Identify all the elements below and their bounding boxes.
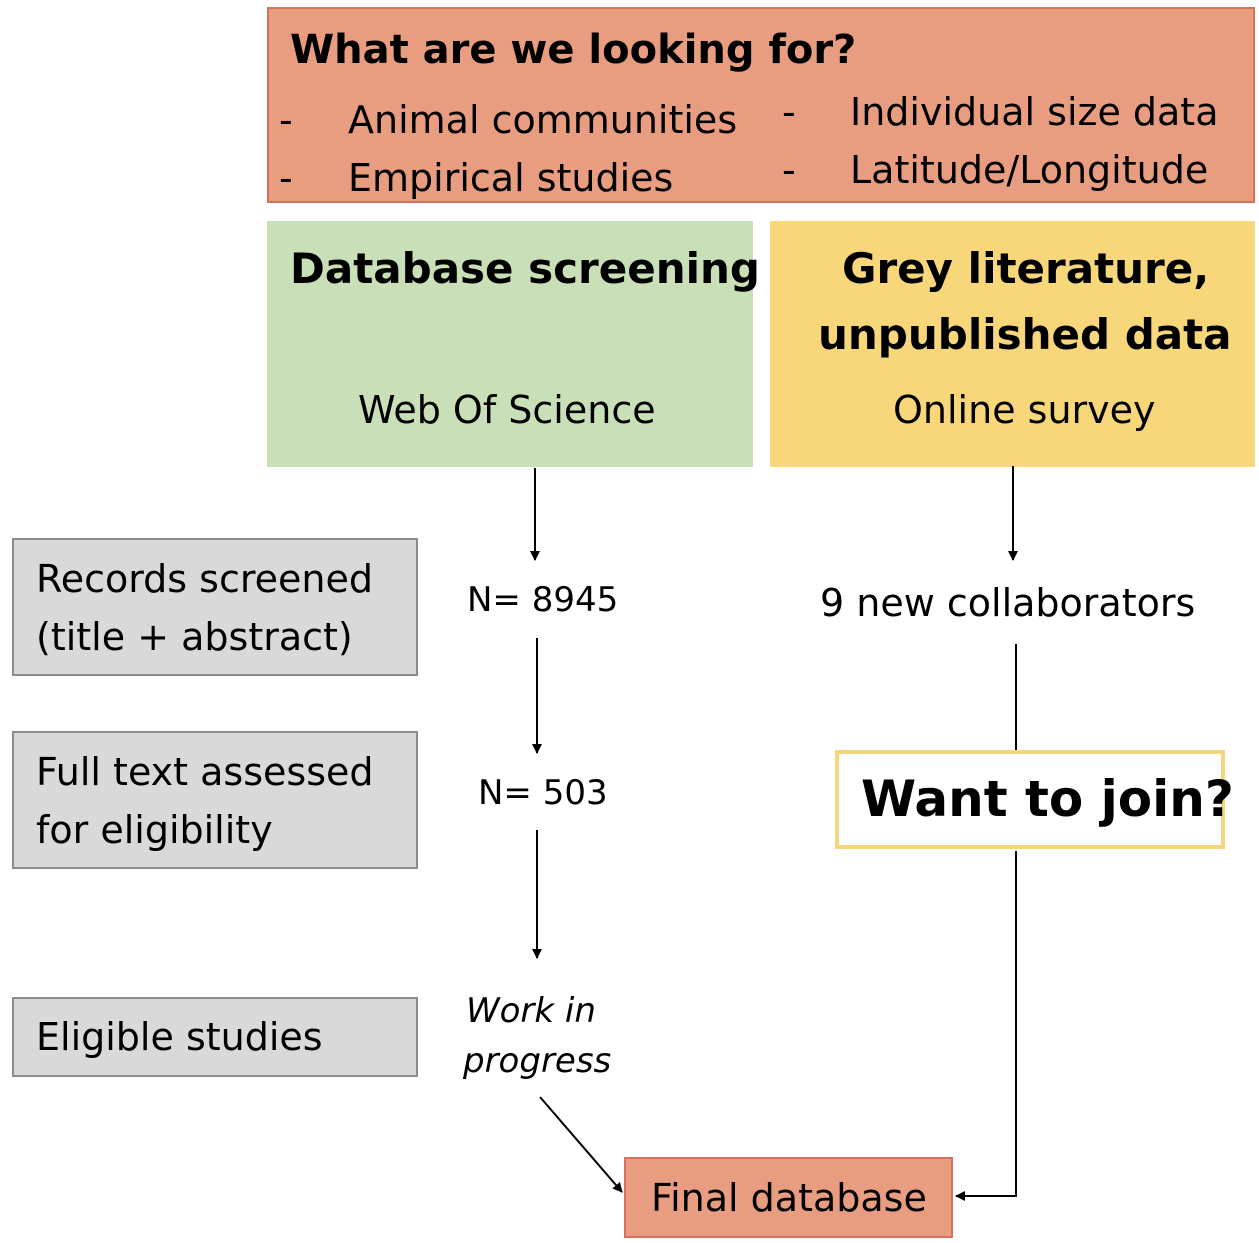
arrow-join-to-final (955, 851, 1017, 1201)
flow-connectors (530, 466, 1018, 1201)
arrow-eligible-to-final (539, 1096, 623, 1193)
